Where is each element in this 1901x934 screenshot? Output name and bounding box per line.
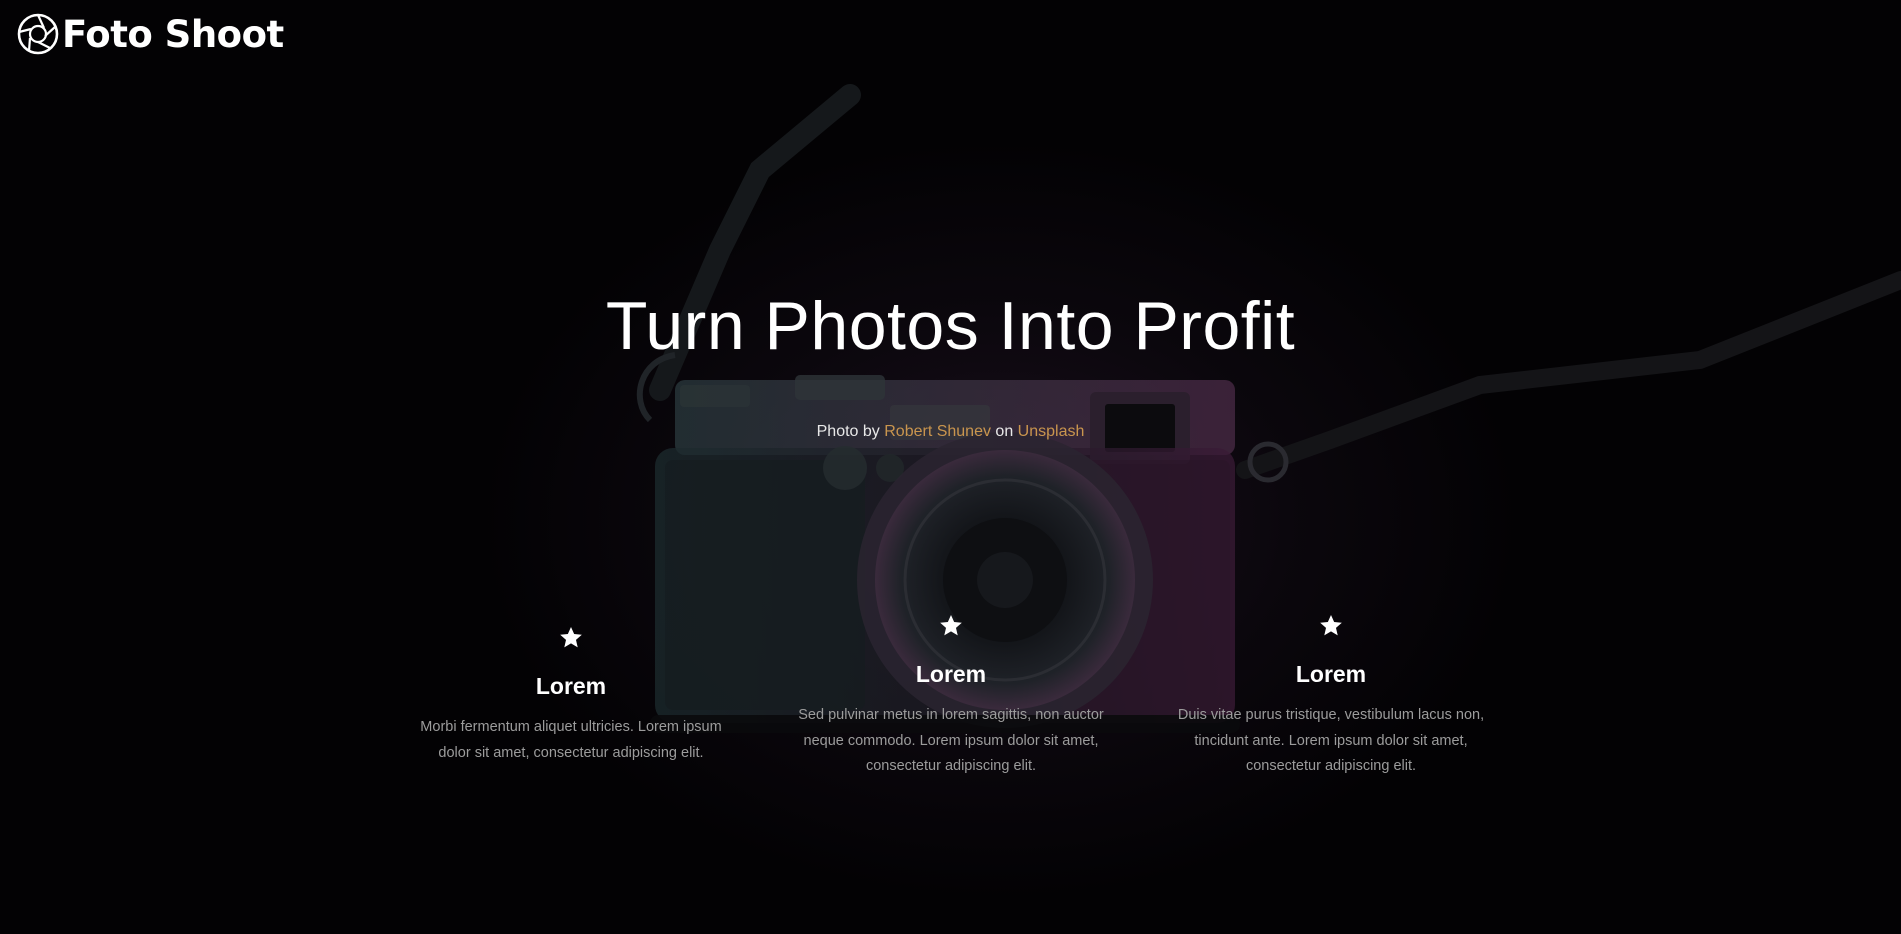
feature-description: Sed pulvinar metus in lorem sagittis, no… bbox=[798, 707, 1104, 774]
hero-section: Foto Shoot Turn Photos Into Profit Photo… bbox=[0, 0, 1901, 934]
brand-name: Foto Shoot bbox=[62, 12, 284, 56]
feature-card: Lorem Sed pulvinar metus in lorem sagitt… bbox=[796, 613, 1106, 780]
credit-source-link[interactable]: Unsplash bbox=[1018, 423, 1085, 440]
star-icon bbox=[1320, 614, 1342, 636]
credit-prefix: Photo by bbox=[816, 423, 880, 440]
feature-card: Lorem Morbi fermentum aliquet ultricies.… bbox=[416, 625, 726, 766]
star-icon bbox=[940, 614, 962, 636]
credit-connector: on bbox=[995, 423, 1014, 440]
camera-aperture-icon bbox=[17, 13, 59, 55]
feature-description: Duis vitae purus tristique, vestibulum l… bbox=[1177, 707, 1485, 774]
feature-card: Lorem Duis vitae purus tristique, vestib… bbox=[1176, 613, 1486, 780]
credit-author-link[interactable]: Robert Shunev bbox=[884, 423, 991, 440]
hero-background-camera-image bbox=[636, 84, 1901, 733]
feature-title: Lorem bbox=[915, 661, 987, 687]
photo-credit: Photo by Robert Shunev on Unsplash bbox=[0, 423, 1901, 441]
star-icon bbox=[560, 626, 582, 648]
feature-title: Lorem bbox=[535, 673, 607, 699]
brand-logo[interactable]: Foto Shoot bbox=[16, 12, 284, 56]
feature-description: Morbi fermentum aliquet ultricies. Lorem… bbox=[420, 719, 722, 761]
hero-headline: Turn Photos Into Profit bbox=[605, 288, 1296, 364]
feature-title: Lorem bbox=[1295, 661, 1367, 687]
